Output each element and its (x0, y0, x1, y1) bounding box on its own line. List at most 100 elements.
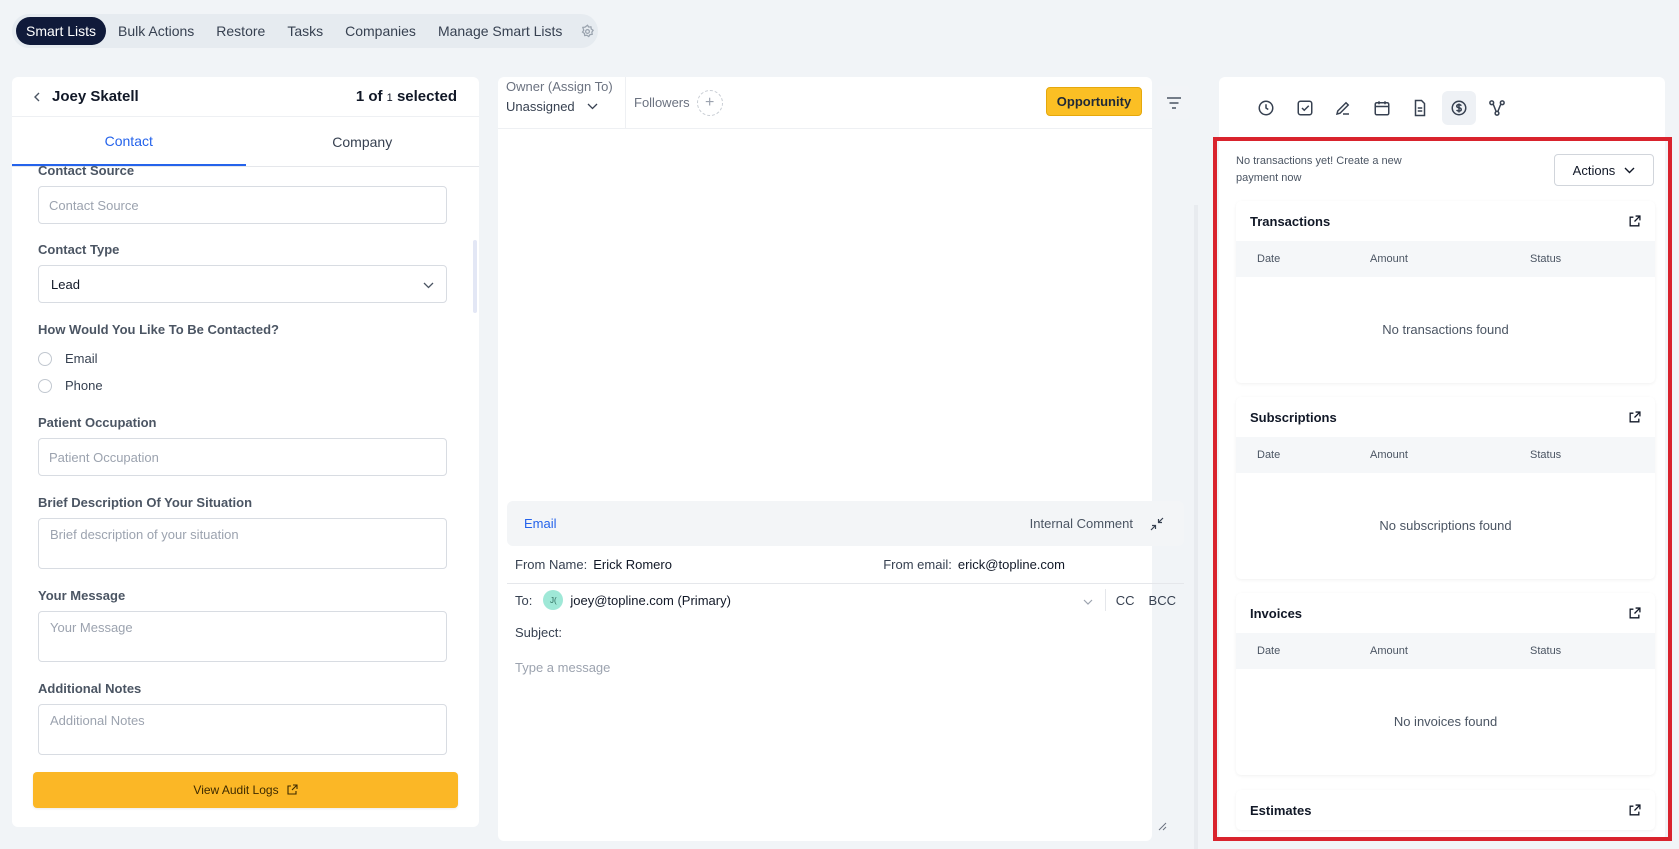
opportunity-button[interactable]: Opportunity (1046, 87, 1142, 116)
invoices-card: Invoices Date Amount Status No invoices … (1236, 593, 1655, 775)
followers: Followers + (626, 89, 723, 116)
tab-smart-lists[interactable]: Smart Lists (16, 17, 107, 45)
external-link-icon[interactable] (1628, 803, 1641, 817)
workflow-icon[interactable] (1480, 91, 1514, 125)
tab-company[interactable]: Company (246, 117, 480, 166)
payments-header: No transactions yet! Create a new paymen… (1236, 153, 1656, 187)
from-name-label: From Name: (515, 557, 588, 572)
tab-email[interactable]: Email (524, 516, 1030, 531)
transactions-card: Transactions Date Amount Status No trans… (1236, 201, 1655, 383)
payments-empty-note: No transactions yet! Create a new paymen… (1236, 155, 1402, 184)
tab-bulk-actions[interactable]: Bulk Actions (108, 17, 204, 45)
actions-button[interactable]: Actions (1554, 154, 1654, 186)
to-label: To: (515, 592, 533, 608)
radio-circle[interactable] (38, 378, 52, 393)
table-header: Date Amount Status (1236, 241, 1655, 277)
subscriptions-card: Subscriptions Date Amount Status No subs… (1236, 397, 1655, 579)
your-message-textarea[interactable]: Your Message (38, 611, 447, 662)
subject-input[interactable] (562, 622, 1176, 642)
from-email-value[interactable]: erick@topline.com (958, 557, 1065, 572)
tab-contact[interactable]: Contact (12, 117, 246, 166)
activity-icon[interactable] (1249, 91, 1283, 125)
conversation-panel: Owner (Assign To) Unassigned Followers +… (498, 76, 1198, 849)
contact-name: Joey Skatell (52, 88, 139, 105)
contact-source-label: Contact Source (38, 163, 135, 178)
bcc-button[interactable]: BCC (1149, 593, 1176, 608)
empty-state: No transactions found (1382, 321, 1509, 337)
patient-occupation-label: Patient Occupation (38, 415, 157, 430)
empty-state: No invoices found (1393, 713, 1498, 729)
tasks-icon[interactable] (1288, 91, 1322, 125)
calendar-icon[interactable] (1365, 91, 1399, 125)
card-title: Transactions (1250, 213, 1331, 229)
collapse-icon[interactable] (1147, 517, 1167, 531)
radio-circle[interactable] (38, 351, 52, 366)
contact-method-label: How Would You Like To Be Contacted? (38, 322, 279, 337)
tab-manage-smart-lists[interactable]: Manage Smart Lists (428, 17, 573, 45)
details-toolbar (1249, 91, 1519, 125)
chevron-left-icon[interactable] (32, 89, 52, 105)
owner-label: Owner (Assign To) (506, 78, 613, 94)
column-status: Status (1530, 253, 1562, 265)
audit-button-label: View Audit Logs (193, 783, 279, 797)
tab-companies[interactable]: Companies (335, 17, 426, 45)
brief-description-textarea[interactable]: Brief description of your situation (38, 518, 447, 569)
owner-select[interactable]: Owner (Assign To) Unassigned (498, 76, 626, 129)
view-audit-logs-button[interactable]: View Audit Logs (33, 772, 458, 808)
table-header: Date Amount Status (1236, 633, 1655, 669)
radio-phone[interactable]: Phone (38, 372, 460, 399)
radio-email-label: Email (65, 351, 98, 366)
top-nav: Smart Lists Bulk Actions Restore Tasks C… (12, 14, 598, 48)
subject-row: Subject: (507, 616, 1184, 648)
cc-button[interactable]: CC (1116, 593, 1135, 608)
chevron-down-icon[interactable] (1083, 593, 1093, 608)
to-recipient[interactable]: joey@topline.com (Primary) (570, 593, 1082, 608)
card-title: Estimates (1250, 802, 1312, 818)
external-link-icon[interactable] (1628, 410, 1641, 424)
additional-notes-label: Additional Notes (38, 681, 142, 696)
selection-count: 1 of 1 selected (355, 88, 457, 105)
tab-internal-comment[interactable]: Internal Comment (1030, 516, 1133, 531)
contact-type-select[interactable]: Lead (38, 265, 447, 303)
from-name-value[interactable]: Erick Romero (593, 557, 883, 572)
message-input[interactable]: Type a message (507, 648, 1184, 687)
add-follower-button[interactable]: + (696, 89, 723, 116)
from-email-label: From email: (883, 557, 952, 572)
filter-icon[interactable] (1157, 86, 1190, 119)
resize-handle-icon[interactable] (1157, 819, 1167, 831)
column-date: Date (1257, 449, 1281, 461)
gear-icon[interactable] (580, 17, 595, 45)
column-status: Status (1530, 449, 1562, 461)
chevron-down-icon (1624, 167, 1635, 174)
column-date: Date (1257, 645, 1281, 657)
column-date: Date (1257, 253, 1281, 265)
tab-tasks[interactable]: Tasks (277, 17, 333, 45)
contact-tabs: Contact Company (12, 117, 479, 167)
divider (1104, 589, 1106, 611)
subject-label: Subject: (515, 624, 562, 640)
column-amount: Amount (1370, 253, 1408, 265)
brief-description-label: Brief Description Of Your Situation (38, 495, 253, 510)
message-composer: Email Internal Comment From Name: Erick … (507, 501, 1184, 687)
from-row: From Name: Erick Romero From email: eric… (507, 546, 1184, 584)
scrollbar[interactable] (1194, 205, 1198, 849)
estimates-card: Estimates (1236, 790, 1655, 830)
radio-email[interactable]: Email (38, 345, 460, 372)
payments-icon[interactable] (1441, 91, 1476, 125)
additional-notes-textarea[interactable]: Additional Notes (38, 704, 447, 755)
notes-icon[interactable] (1326, 91, 1360, 125)
patient-occupation-input[interactable]: Patient Occupation (38, 438, 447, 476)
external-link-icon[interactable] (1628, 606, 1641, 620)
contact-source-input[interactable]: Contact Source (38, 186, 447, 224)
contact-form: Contact Source Contact Source Contact Ty… (38, 163, 460, 755)
external-link-icon (286, 784, 298, 796)
contact-type-label: Contact Type (38, 242, 120, 257)
external-link-icon[interactable] (1628, 214, 1641, 228)
scrollbar[interactable] (473, 240, 477, 313)
conversation-header: Owner (Assign To) Unassigned Followers +… (498, 76, 1190, 129)
document-icon[interactable] (1403, 91, 1437, 125)
contact-panel: Joey Skatell 1 of 1 selected Contact Com… (12, 77, 479, 827)
tab-restore[interactable]: Restore (206, 17, 275, 45)
card-title: Subscriptions (1250, 409, 1337, 425)
contact-header: Joey Skatell 1 of 1 selected (12, 77, 479, 117)
